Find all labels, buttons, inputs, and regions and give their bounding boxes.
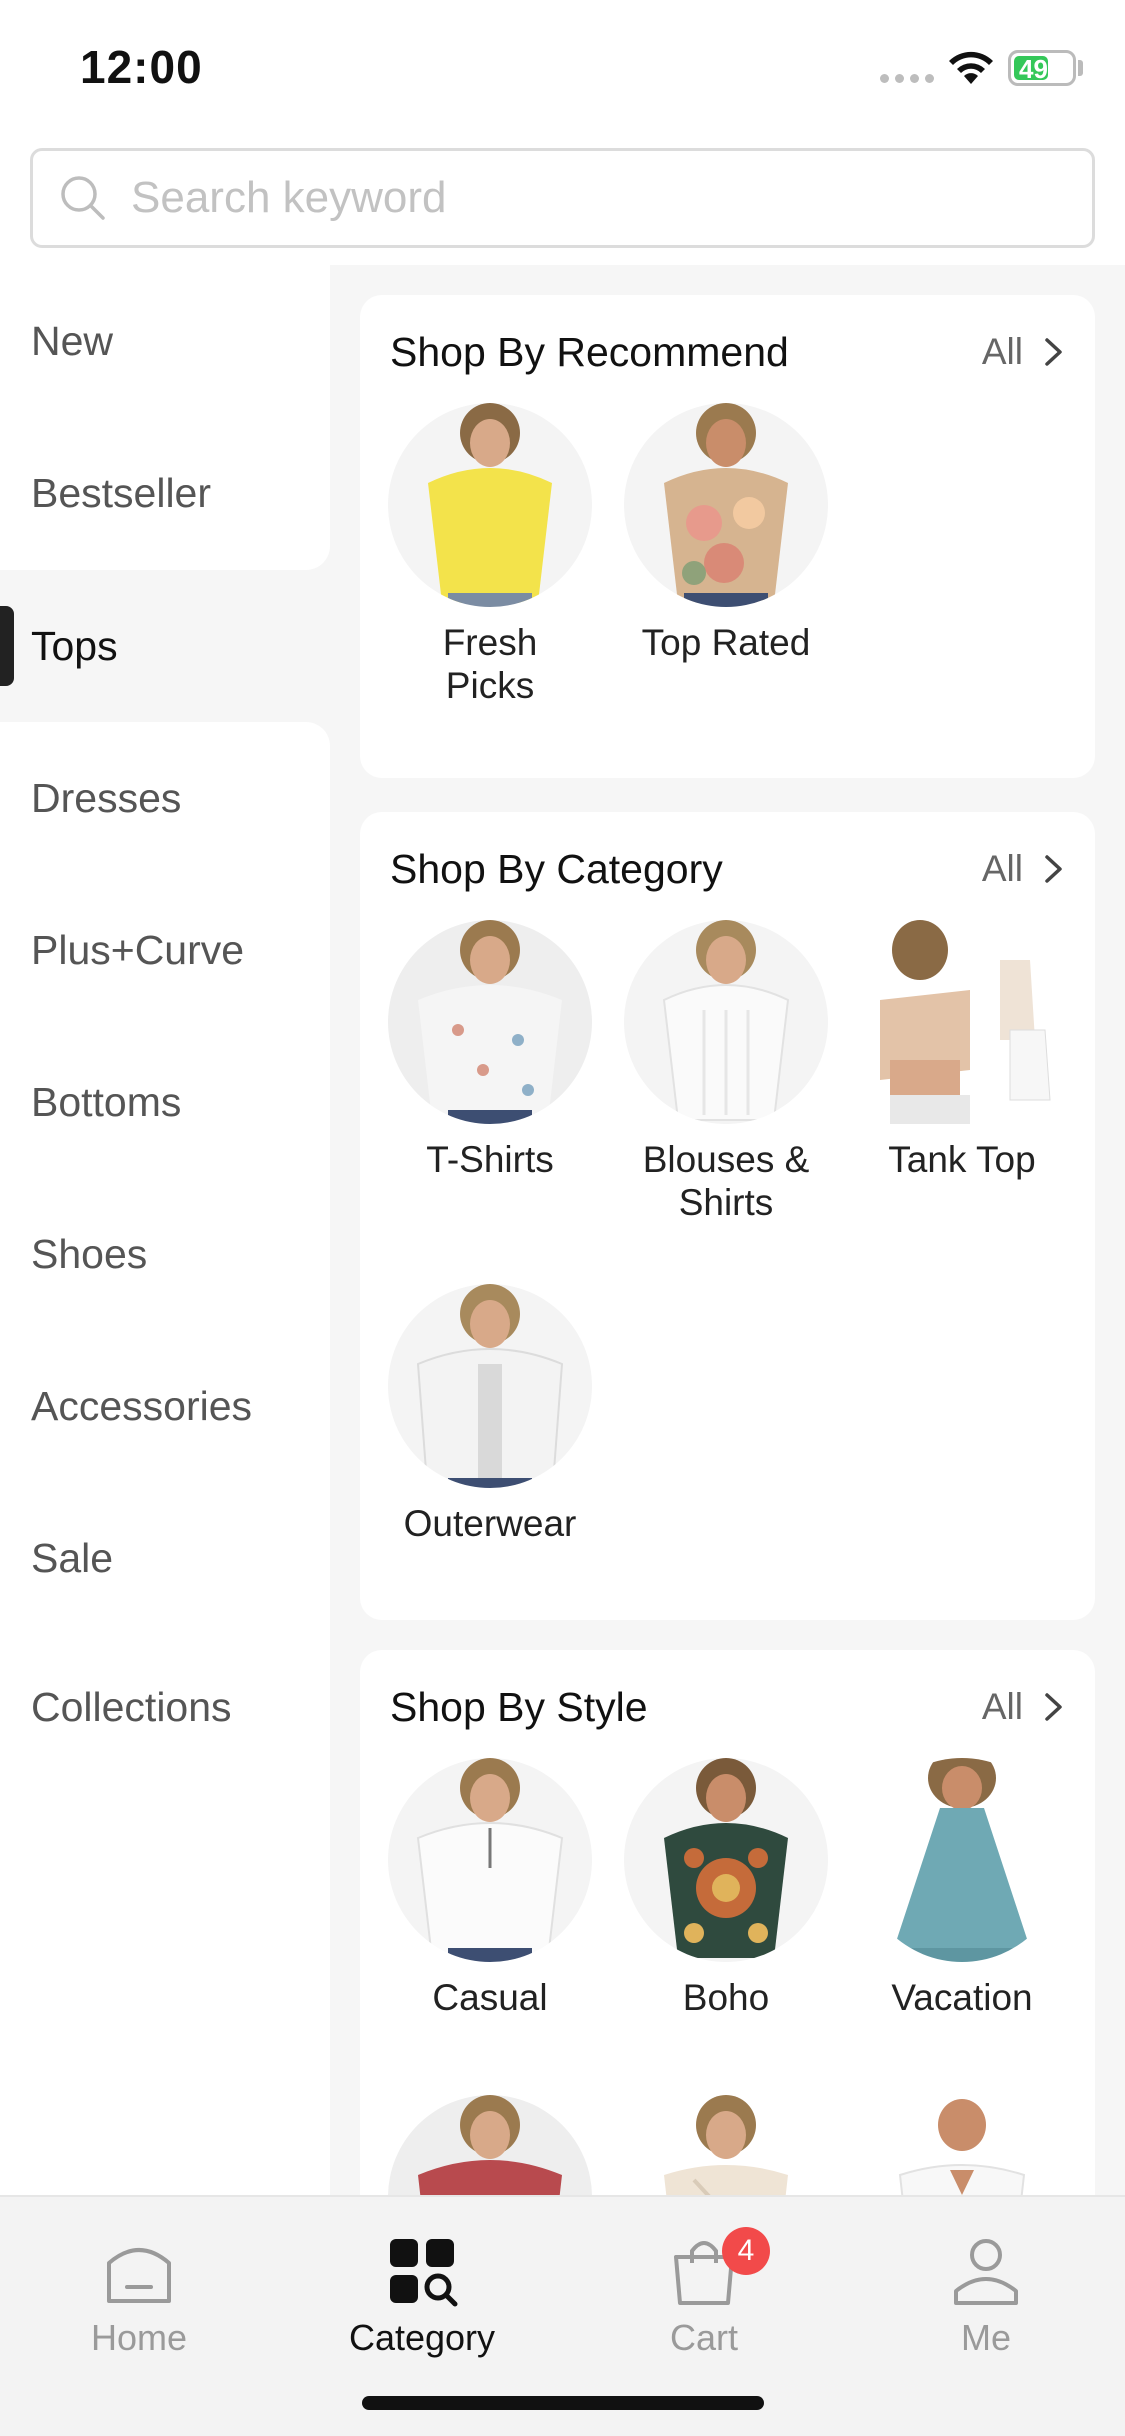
floral-white-tee-photo: [388, 920, 592, 1124]
tab-category[interactable]: Category: [322, 2233, 522, 2359]
cart-count-badge: 4: [722, 2227, 770, 2275]
profile-icon: [954, 2239, 1018, 2305]
home-icon: [107, 2248, 171, 2303]
sidebar-item-collections[interactable]: Collections: [0, 1634, 330, 2195]
teal-halter-top-photo: [860, 1758, 1064, 1962]
sidebar-item-bestseller[interactable]: Bestseller: [0, 417, 330, 570]
sidebar-item-tops[interactable]: Tops: [0, 570, 330, 722]
sidebar-item-bottoms[interactable]: Bottoms: [0, 1026, 330, 1178]
tile-label: Blouses & Shirts: [642, 1139, 810, 1223]
tile-style-4[interactable]: [372, 2095, 608, 2195]
section-shop-by-recommend: Shop By Recommend All Fresh Picks Top Ra…: [360, 295, 1095, 778]
status-bar: 12:00 49: [0, 0, 1125, 140]
active-indicator: [0, 606, 14, 686]
floral-top-photo: [624, 403, 828, 607]
see-all-link[interactable]: All: [982, 1686, 1065, 1728]
see-all-link[interactable]: All: [982, 848, 1065, 890]
section-title: Shop By Recommend: [390, 329, 789, 375]
tile-style-6[interactable]: [844, 2095, 1080, 2195]
battery-cap: [1078, 60, 1083, 76]
tank-top-photo: [860, 920, 1064, 1124]
tab-home[interactable]: Home: [39, 2233, 239, 2359]
tile-label: Tank Top: [888, 1139, 1036, 1180]
category-sidebar: New Bestseller Tops Dresses Plus+Curve B…: [0, 265, 330, 2195]
see-all-label: All: [981, 331, 1023, 372]
wifi-icon: [949, 51, 993, 84]
chevron-right-icon: [1045, 855, 1062, 883]
red-paisley-top-photo: [388, 2095, 592, 2195]
see-all-label: All: [981, 1686, 1023, 1727]
sidebar-item-shoes[interactable]: Shoes: [0, 1178, 330, 1330]
wrap-top-photo: [624, 2095, 828, 2195]
tab-label: Category: [348, 2317, 496, 2358]
search-input[interactable]: [131, 173, 1031, 223]
see-all-label: All: [981, 848, 1023, 889]
tile-boho[interactable]: Boho: [608, 1758, 844, 2019]
tab-cart[interactable]: 4 Cart: [604, 2227, 804, 2359]
sidebar-item-plus-curve[interactable]: Plus+Curve: [0, 874, 330, 1026]
tile-style-5[interactable]: [608, 2095, 844, 2195]
status-time: 12:00: [80, 41, 203, 93]
tab-me[interactable]: Me: [886, 2233, 1086, 2359]
sidebar-item-label: Plus+Curve: [31, 926, 245, 973]
tile-fresh-picks[interactable]: Fresh Picks: [372, 403, 608, 707]
tile-label: T-Shirts: [426, 1139, 554, 1180]
section-title: Shop By Style: [390, 1684, 648, 1730]
white-zip-top-photo: [388, 1758, 592, 1962]
home-indicator[interactable]: [362, 2396, 764, 2410]
chevron-right-icon: [1045, 338, 1062, 366]
tile-label: Boho: [682, 1977, 770, 2018]
cellular-signal-icon: [880, 74, 934, 83]
category-content: Shop By Recommend All Fresh Picks Top Ra…: [330, 265, 1125, 2195]
tab-label: Home: [90, 2317, 188, 2358]
yellow-top-photo: [388, 403, 592, 607]
tile-label: Vacation: [891, 1977, 1033, 2018]
search-bar[interactable]: [30, 148, 1095, 248]
sidebar-item-label: Collections: [31, 1684, 232, 1730]
search-icon: [61, 176, 105, 220]
sidebar-item-label: Bottoms: [31, 1078, 182, 1125]
tile-label: Outerwear: [403, 1503, 577, 1544]
tile-blouses-shirts[interactable]: Blouses & Shirts: [608, 920, 844, 1224]
tab-label: Cart: [669, 2317, 738, 2358]
battery-icon: 49: [1008, 50, 1076, 86]
sidebar-item-sale[interactable]: Sale: [0, 1482, 330, 1634]
section-shop-by-category: Shop By Category All T-Shirts Blouses & …: [360, 812, 1095, 1620]
sidebar-item-label: Dresses: [31, 774, 182, 821]
tab-label: Me: [960, 2317, 1011, 2358]
sidebar-item-label: Tops: [31, 622, 118, 669]
tile-t-shirts[interactable]: T-Shirts: [372, 920, 608, 1181]
tile-tank-top[interactable]: Tank Top: [844, 920, 1080, 1181]
battery-percent: 49: [1019, 54, 1048, 84]
sidebar-item-accessories[interactable]: Accessories: [0, 1330, 330, 1482]
tile-label: Fresh Picks: [442, 622, 538, 706]
white-blouse-photo: [624, 920, 828, 1124]
sidebar-item-label: Accessories: [31, 1382, 253, 1429]
white-vneck-photo: [860, 2095, 1064, 2195]
section-shop-by-style: Shop By Style All Casual Boho Vacation: [360, 1650, 1095, 2195]
white-cardigan-photo: [388, 1284, 592, 1488]
tile-casual[interactable]: Casual: [372, 1758, 608, 2019]
sidebar-item-label: New: [31, 317, 114, 364]
section-title: Shop By Category: [390, 846, 723, 892]
tile-label: Top Rated: [641, 622, 811, 663]
tile-outerwear[interactable]: Outerwear: [372, 1284, 608, 1545]
sidebar-item-label: Bestseller: [31, 470, 212, 516]
chevron-right-icon: [1045, 1693, 1062, 1721]
tile-label: Casual: [432, 1977, 548, 2018]
category-icon: [390, 2239, 458, 2307]
sidebar-item-new[interactable]: New: [0, 265, 330, 417]
sidebar-item-dresses[interactable]: Dresses: [0, 722, 330, 874]
sidebar-item-label: Shoes: [31, 1230, 148, 1277]
sidebar-item-label: Sale: [31, 1534, 114, 1581]
boho-print-top-photo: [624, 1758, 828, 1962]
tile-top-rated[interactable]: Top Rated: [608, 403, 844, 664]
tile-vacation[interactable]: Vacation: [844, 1758, 1080, 2019]
see-all-link[interactable]: All: [982, 331, 1065, 373]
